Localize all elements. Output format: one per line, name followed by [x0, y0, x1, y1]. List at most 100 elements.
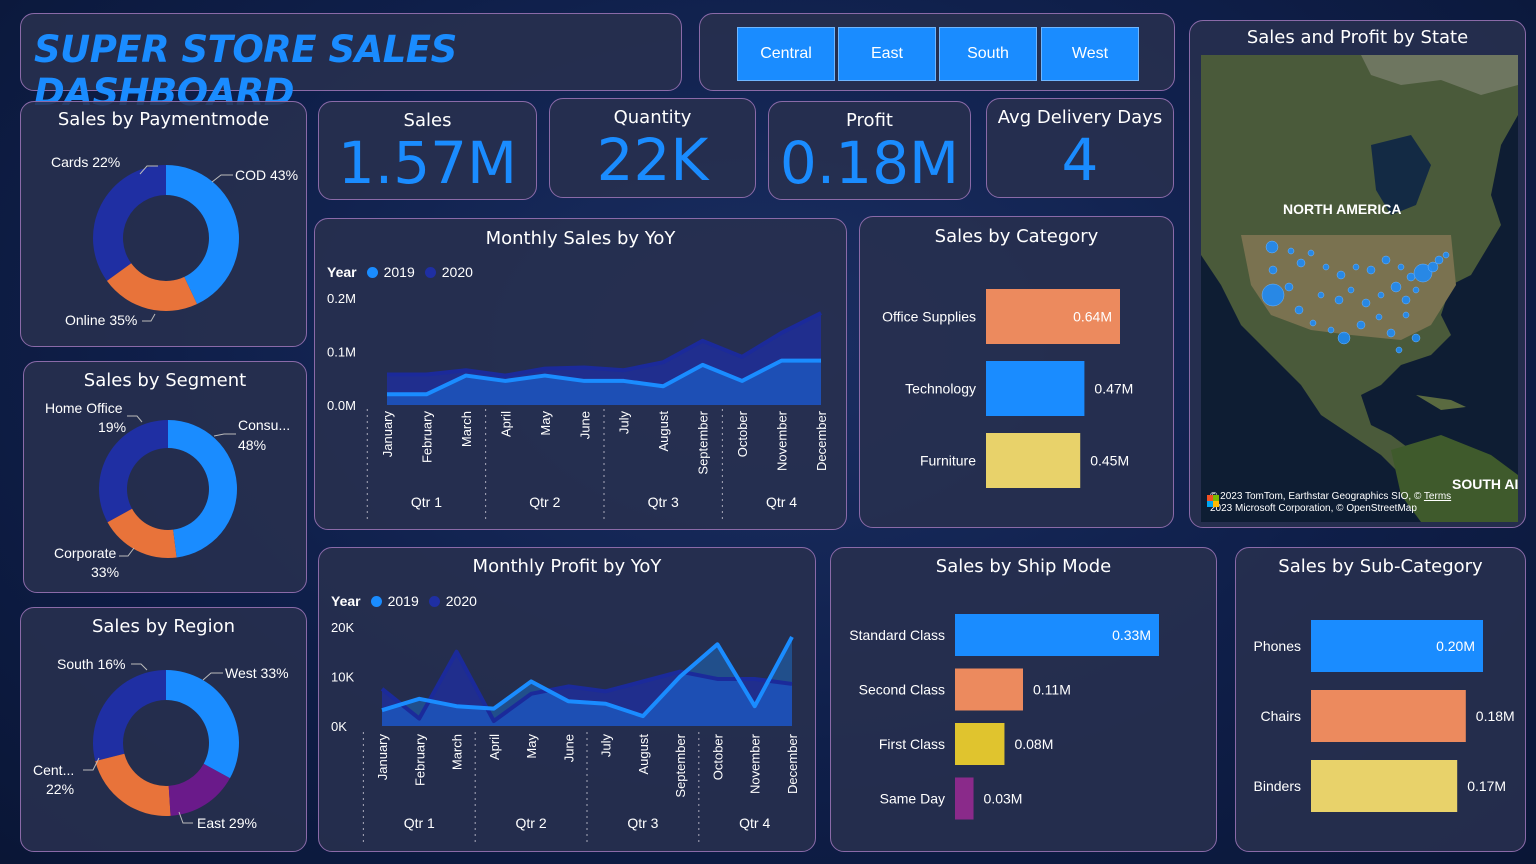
quarter-label: Qtr 1: [411, 494, 442, 510]
paymentmode-card: Sales by Paymentmode COD 43% Cards 22% O…: [20, 101, 307, 347]
kpi-quantity-label: Quantity: [613, 107, 692, 128]
title-card: SUPER STORE SALES DASHBOARD: [20, 13, 682, 114]
shipmode-bar-chart[interactable]: Standard Class 0.33M Second Class 0.11M Firs…: [831, 548, 1218, 853]
x-tick-label: March: [450, 734, 465, 770]
x-tick-label: October: [710, 733, 725, 780]
y-tick-label: 10K: [331, 670, 354, 685]
bar-chairs[interactable]: [1311, 690, 1466, 742]
monthly-sales-chart[interactable]: 0.0M 0.1M 0.2M January February March April May…: [315, 219, 848, 531]
data-label: 0.47M: [1094, 381, 1133, 397]
sales-map[interactable]: NORTH AMERICA SOUTH AI: [1201, 55, 1518, 522]
x-tick-label: April: [487, 734, 502, 760]
category-label: Furniture: [920, 453, 976, 469]
category-label: Standard Class: [849, 627, 945, 643]
map-attribution-line2: 2023 Microsoft Corporation, © OpenStreet…: [1210, 503, 1417, 514]
x-tick-label: May: [538, 411, 553, 436]
label-east: East 29%: [197, 815, 257, 831]
region-donut[interactable]: West 33% South 16% Cent... 22% East 29%: [21, 608, 308, 853]
label-online: Online 35%: [65, 312, 137, 328]
bar-same-day[interactable]: [955, 777, 974, 820]
map-title: Sales and Profit by State: [1246, 27, 1469, 48]
kpi-quantity-value: 22K: [596, 126, 709, 194]
category-bar-chart[interactable]: Office Supplies 0.64M Technology 0.47M Furni…: [860, 217, 1175, 529]
kpi-delivery-value: 4: [1061, 126, 1099, 194]
x-tick-label: July: [599, 734, 614, 758]
monthly-sales-card: Monthly Sales by YoY Year 2019 2020 0.0M…: [314, 218, 847, 530]
data-label: 0.18M: [1476, 708, 1515, 724]
data-label: 0.17M: [1467, 778, 1506, 794]
slice-consumer[interactable]: [168, 420, 238, 558]
kpi-sales-value: 1.57M: [337, 129, 518, 197]
bar-binders[interactable]: [1311, 760, 1458, 812]
slice-central[interactable]: [95, 753, 171, 816]
monthly-profit-chart[interactable]: 0K 10K 20K January February March April May June…: [319, 548, 817, 853]
slice-corporate[interactable]: [99, 420, 168, 523]
x-tick-label: July: [617, 411, 632, 435]
label-cards: Cards 22%: [51, 154, 120, 170]
x-tick-label: January: [380, 411, 395, 458]
region-card: Sales by Region West 33% South 16% Cent.…: [20, 607, 307, 852]
paymentmode-donut[interactable]: COD 43% Cards 22% Online 35%: [21, 102, 308, 348]
microsoft-logo-icon: [1207, 495, 1219, 507]
data-label: 0.08M: [1014, 736, 1053, 752]
slicer-central-button[interactable]: Central: [737, 27, 835, 81]
category-label: Same Day: [880, 791, 945, 807]
quarter-label: Qtr 3: [627, 815, 658, 831]
data-label: 0.64M: [1073, 309, 1112, 325]
bar-second-class[interactable]: [955, 668, 1023, 711]
map-attribution: © 2023 TomTom, Earthstar Geographics SIO…: [1210, 491, 1451, 515]
region-slicer: Central East South West: [699, 13, 1175, 91]
kpi-profit-label: Profit: [846, 110, 893, 131]
subcategory-card: Sales by Sub-Category Phones 0.20M Chairs 0…: [1235, 547, 1526, 852]
x-tick-label: August: [656, 411, 671, 452]
data-label: 0.03M: [984, 791, 1023, 807]
x-tick-label: August: [636, 734, 651, 775]
data-label: 0.45M: [1090, 453, 1129, 469]
x-tick-label: February: [412, 734, 427, 787]
label-consumer-pct: 48%: [238, 437, 266, 453]
kpi-quantity-card: Quantity 22K: [549, 98, 756, 198]
segment-donut[interactable]: Consu... 48% Home Office 19% Corporate 3…: [24, 362, 308, 594]
slice-east[interactable]: [93, 670, 166, 762]
data-label: 0.20M: [1436, 638, 1475, 654]
slicer-east-button[interactable]: East: [838, 27, 936, 81]
x-tick-label: September: [673, 733, 688, 797]
kpi-sales-card: Sales 1.57M: [318, 101, 537, 200]
x-tick-label: June: [561, 734, 576, 762]
kpi-profit-value: 0.18M: [779, 129, 960, 197]
map-card: Sales and Profit by State NORTH AMERICA …: [1189, 20, 1526, 528]
y-tick-label: 0.2M: [327, 291, 356, 306]
label-corporate-pct: 33%: [91, 564, 119, 580]
quarter-label: Qtr 1: [404, 815, 435, 831]
leader-line-consumer: [213, 433, 236, 437]
slicer-west-button[interactable]: West: [1041, 27, 1139, 81]
bar-furniture[interactable]: [986, 433, 1081, 488]
quarter-label: Qtr 4: [766, 494, 797, 510]
slice-online[interactable]: [93, 165, 166, 281]
x-tick-label: March: [459, 411, 474, 447]
category-label: First Class: [879, 736, 945, 752]
category-label: Office Supplies: [882, 309, 976, 325]
map-terms-link[interactable]: Terms: [1424, 491, 1451, 502]
quarter-label: Qtr 3: [648, 494, 679, 510]
label-cod: COD 43%: [235, 167, 298, 183]
label-home-office-pct: 19%: [98, 419, 126, 435]
category-label: Chairs: [1261, 708, 1301, 724]
category-label: Phones: [1254, 638, 1301, 654]
slicer-south-button[interactable]: South: [939, 27, 1037, 81]
x-tick-label: January: [375, 734, 390, 781]
shipmode-card: Sales by Ship Mode Standard Class 0.33M Se…: [830, 547, 1217, 852]
kpi-sales-label: Sales: [403, 110, 452, 131]
slice-west[interactable]: [166, 670, 240, 779]
kpi-delivery-card: Avg Delivery Days 4: [986, 98, 1174, 198]
category-label: Binders: [1254, 778, 1301, 794]
x-tick-label: October: [735, 410, 750, 457]
x-tick-label: September: [696, 410, 711, 474]
leader-line-home-office: [127, 415, 143, 423]
bar-first-class[interactable]: [955, 723, 1005, 765]
label-consumer: Consu...: [238, 417, 290, 433]
quarter-label: Qtr 2: [529, 494, 560, 510]
subcategory-bar-chart[interactable]: Phones 0.20M Chairs 0.18M Binders 0.17M: [1236, 548, 1527, 853]
bar-technology[interactable]: [986, 361, 1085, 416]
x-tick-label: December: [785, 733, 800, 794]
